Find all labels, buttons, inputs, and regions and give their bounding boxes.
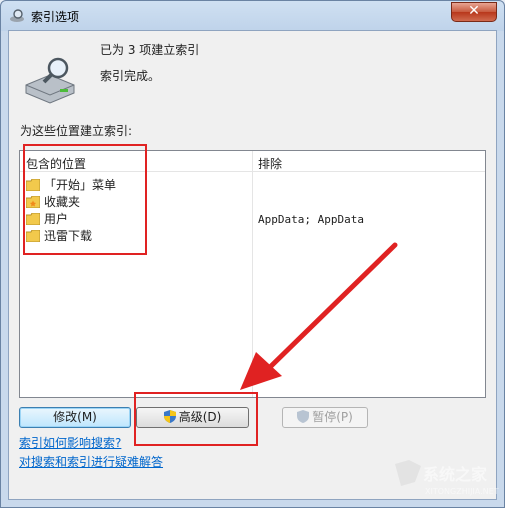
- svg-text:XITONGZHIJIA.NET: XITONGZHIJIA.NET: [425, 487, 499, 496]
- annotation-arrow: [240, 242, 398, 390]
- site-watermark-logo: 系统之家 XITONGZHIJIA.NET: [395, 460, 499, 496]
- svg-text:系统之家: 系统之家: [423, 465, 488, 484]
